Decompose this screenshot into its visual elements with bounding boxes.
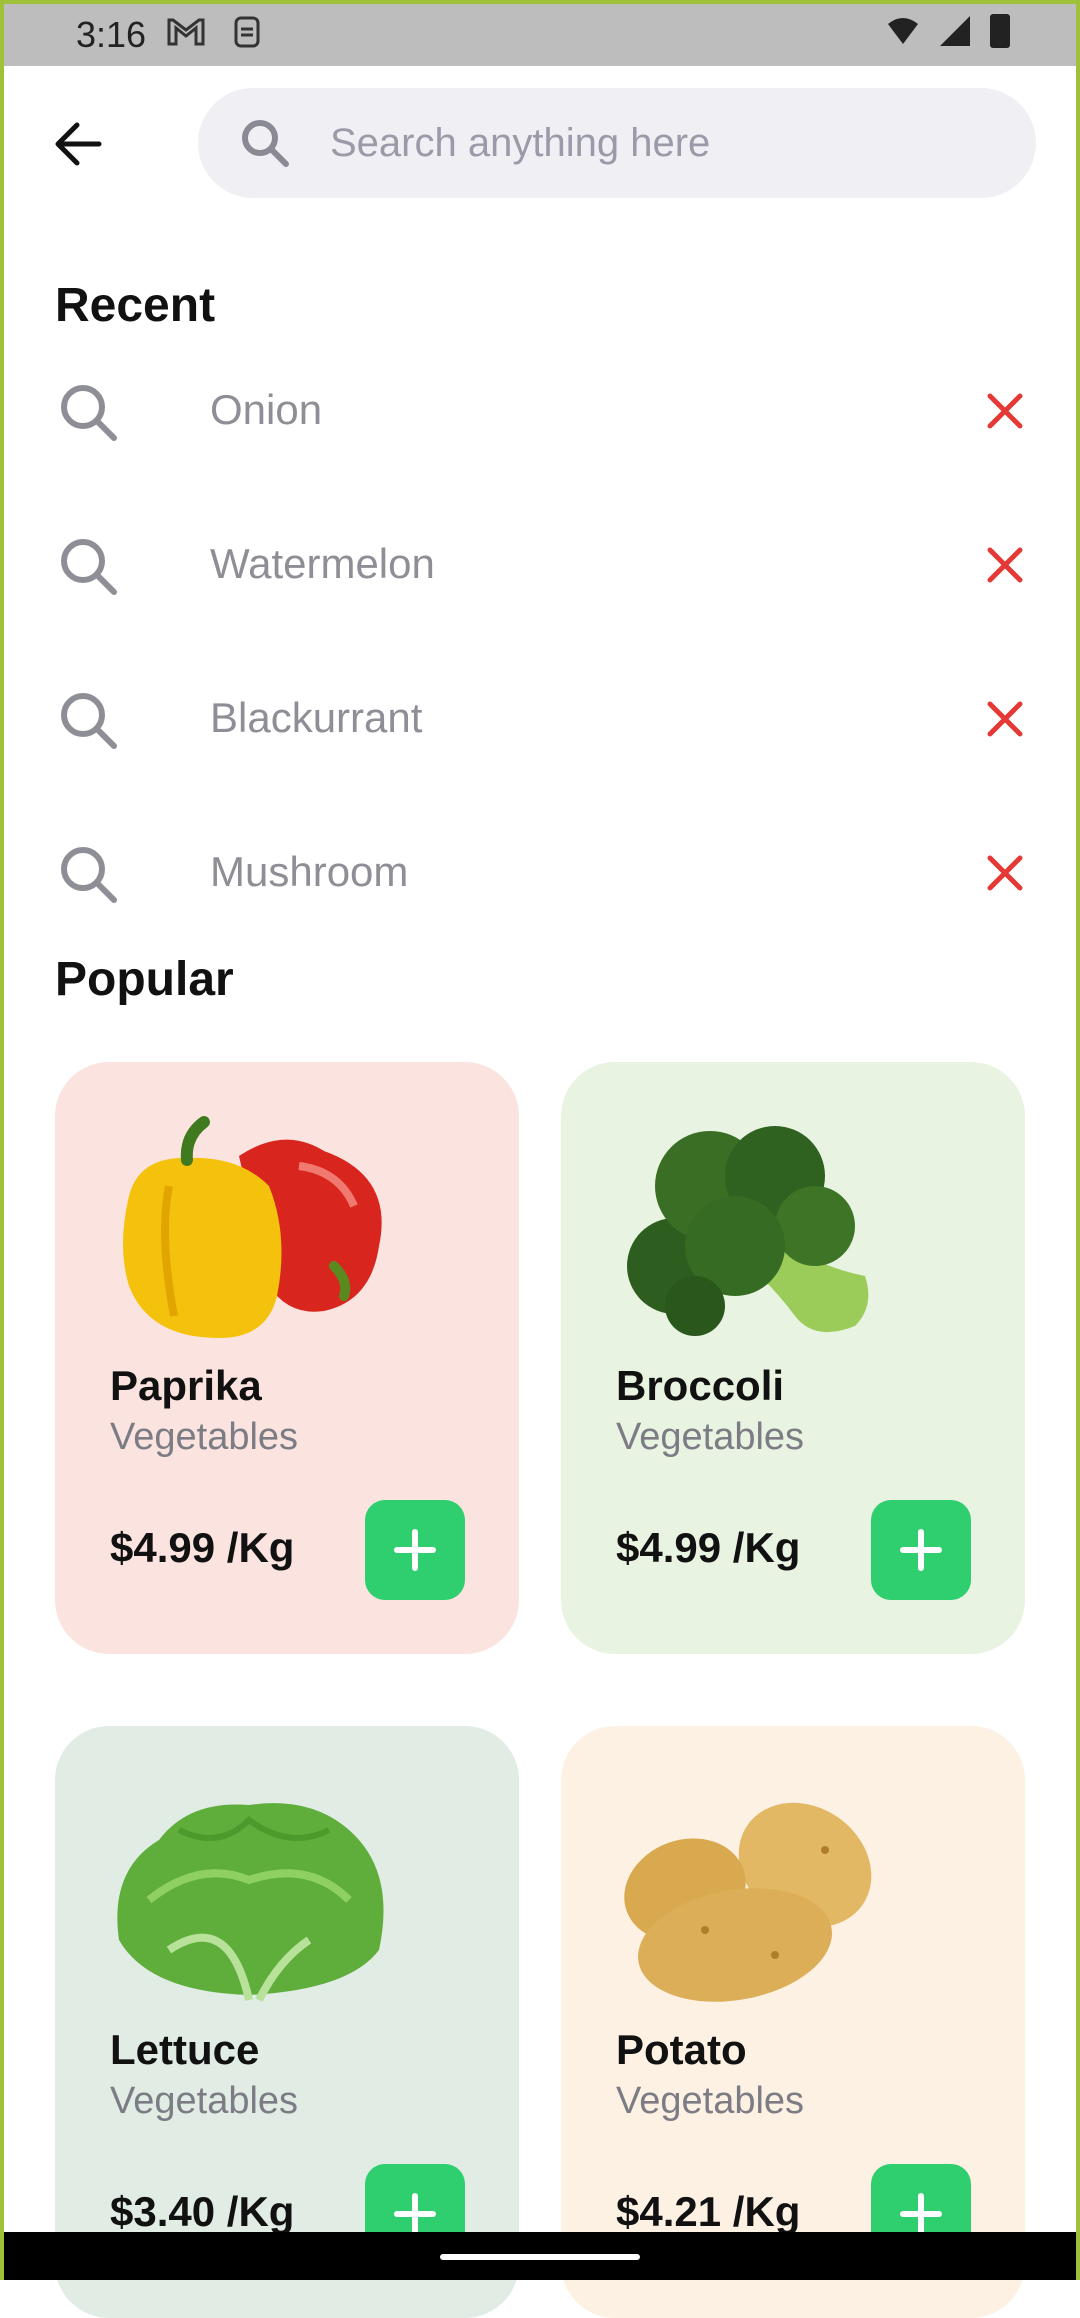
product-price: $4.21 /Kg [616, 2188, 801, 2235]
product-name: Paprika [110, 1362, 262, 1409]
product-card-paprika[interactable]: Paprika Vegetables $4.99 /Kg [55, 1062, 519, 1654]
signal-icon [940, 16, 970, 46]
search-icon [61, 539, 117, 595]
battery-icon [990, 14, 1010, 48]
product-name: Potato [616, 2026, 747, 2073]
product-card-lettuce[interactable]: Lettuce Vegetables $3.40 /Kg [55, 1726, 519, 2318]
sync-icon [232, 14, 262, 59]
product-category: Vegetables [110, 2080, 299, 2122]
product-category: Vegetables [616, 2080, 805, 2122]
close-icon [987, 393, 1023, 429]
plus-icon [900, 1529, 942, 1571]
search-icon [61, 385, 117, 441]
popular-title: Popular [55, 953, 234, 1006]
remove-recent-button[interactable] [978, 692, 1032, 746]
product-name: Broccoli [616, 1362, 785, 1409]
home-gesture-handle[interactable] [440, 2254, 640, 2260]
add-to-cart-button[interactable] [365, 1500, 465, 1600]
add-to-cart-button[interactable] [871, 1500, 971, 1600]
product-category: Vegetables [110, 1416, 299, 1458]
remove-recent-button[interactable] [978, 384, 1032, 438]
product-price: $4.99 /Kg [616, 1524, 801, 1571]
plus-icon [900, 2193, 942, 2235]
search-icon [242, 120, 289, 167]
close-icon [987, 547, 1023, 583]
remove-recent-button[interactable] [978, 538, 1032, 592]
wifi-icon [888, 18, 918, 44]
recent-item[interactable]: Onion [0, 350, 1080, 470]
broccoli-image [627, 1126, 869, 1336]
recent-title: Recent [55, 279, 216, 332]
back-button[interactable] [46, 112, 110, 176]
product-card-potato[interactable]: Potato Vegetables $4.21 /Kg [561, 1726, 1025, 2318]
plus-icon [394, 2193, 436, 2235]
paprika-image [123, 1116, 382, 1338]
close-icon [987, 701, 1023, 737]
status-time: 3:16 [76, 14, 147, 55]
recent-item-label: Blackurrant [210, 694, 423, 741]
arrow-left-icon [55, 122, 102, 166]
status-bar: 3:16 [0, 0, 1080, 66]
system-nav-bar [0, 2232, 1080, 2280]
product-card-broccoli[interactable]: Broccoli Vegetables $4.99 /Kg [561, 1062, 1025, 1654]
search-icon [61, 847, 117, 903]
remove-recent-button[interactable] [978, 846, 1032, 900]
close-icon [987, 855, 1023, 891]
recent-item-label: Mushroom [210, 848, 409, 895]
recent-item[interactable]: Watermelon [0, 504, 1080, 624]
recent-item[interactable]: Mushroom [0, 812, 1080, 932]
lettuce-image [117, 1803, 384, 2002]
product-category: Vegetables [616, 1416, 805, 1458]
search-bar[interactable] [198, 88, 1036, 198]
recent-item-label: Onion [210, 386, 323, 433]
search-input[interactable] [330, 88, 1010, 198]
plus-icon [394, 1529, 436, 1571]
product-price: $4.99 /Kg [110, 1524, 295, 1571]
recent-item[interactable]: Blackurrant [0, 658, 1080, 778]
gmail-icon [166, 14, 206, 59]
product-name: Lettuce [110, 2026, 260, 2073]
product-price: $3.40 /Kg [110, 2188, 295, 2235]
potato-image [624, 1802, 872, 2002]
recent-item-label: Watermelon [210, 540, 435, 587]
search-icon [61, 693, 117, 749]
